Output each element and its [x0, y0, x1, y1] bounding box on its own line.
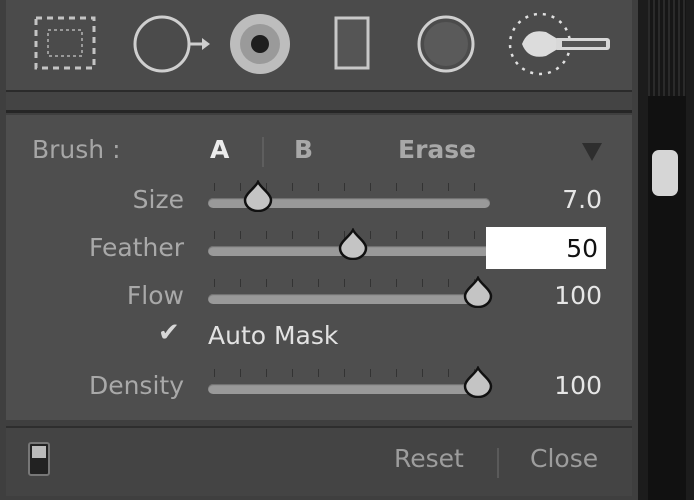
mask-overlay-toggle[interactable]: [28, 442, 50, 480]
toggle-switch-icon: [28, 442, 50, 476]
footer-divider: [497, 448, 499, 478]
size-value[interactable]: 7.0: [482, 185, 602, 214]
crop-overlay-tool[interactable]: [30, 10, 100, 80]
brush-label: Brush :: [32, 135, 121, 164]
density-label: Density: [88, 371, 184, 400]
flow-value[interactable]: 100: [482, 281, 602, 310]
tool-strip: [6, 0, 632, 92]
brush-icon: [508, 12, 610, 76]
brush-option-erase[interactable]: Erase: [398, 135, 476, 164]
eye-circle-icon: [230, 14, 290, 74]
marquee-dotted-icon: [34, 16, 96, 70]
brush-option-b[interactable]: B: [294, 135, 313, 164]
circle-arrow-icon: [133, 15, 210, 73]
scrollbar-thumb[interactable]: [652, 150, 678, 196]
brush-option-divider: [262, 137, 264, 167]
graduated-filter-tool[interactable]: [328, 10, 378, 80]
reset-button[interactable]: Reset: [394, 444, 464, 473]
close-button[interactable]: Close: [530, 444, 598, 473]
feather-value-input[interactable]: [486, 227, 606, 269]
adjustment-brush-panel: Brush : A B Erase Size 7.0 Feather Flow …: [0, 0, 638, 500]
flow-slider-track[interactable]: [208, 294, 490, 304]
brush-option-a[interactable]: A: [210, 135, 229, 164]
size-slider-handle[interactable]: [241, 179, 275, 216]
auto-mask-label[interactable]: Auto Mask: [208, 321, 338, 350]
circle-icon: [417, 15, 475, 73]
brush-settings: Brush : A B Erase Size 7.0 Feather Flow …: [6, 115, 632, 420]
density-value[interactable]: 100: [482, 371, 602, 400]
density-slider-ticks: [214, 369, 484, 377]
flow-slider-ticks: [214, 279, 484, 287]
size-label: Size: [132, 185, 184, 214]
adjustment-brush-tool[interactable]: [502, 10, 614, 86]
feather-label: Feather: [88, 233, 184, 262]
scrollbar-grip: [648, 0, 686, 96]
tool-strip-separator: [6, 92, 632, 113]
density-slider-track[interactable]: [208, 384, 490, 394]
scrollbar[interactable]: [648, 0, 686, 500]
panel-footer: Reset Close: [6, 426, 632, 496]
rectangle-icon: [334, 16, 370, 70]
auto-mask-checkbox[interactable]: ✔: [158, 318, 180, 348]
spot-removal-tool[interactable]: [128, 10, 218, 80]
red-eye-tool[interactable]: [224, 10, 300, 80]
radial-filter-tool[interactable]: [410, 10, 486, 80]
feather-slider-handle[interactable]: [336, 227, 370, 264]
flow-label: Flow: [126, 281, 184, 310]
collapse-triangle-icon[interactable]: [582, 143, 602, 161]
